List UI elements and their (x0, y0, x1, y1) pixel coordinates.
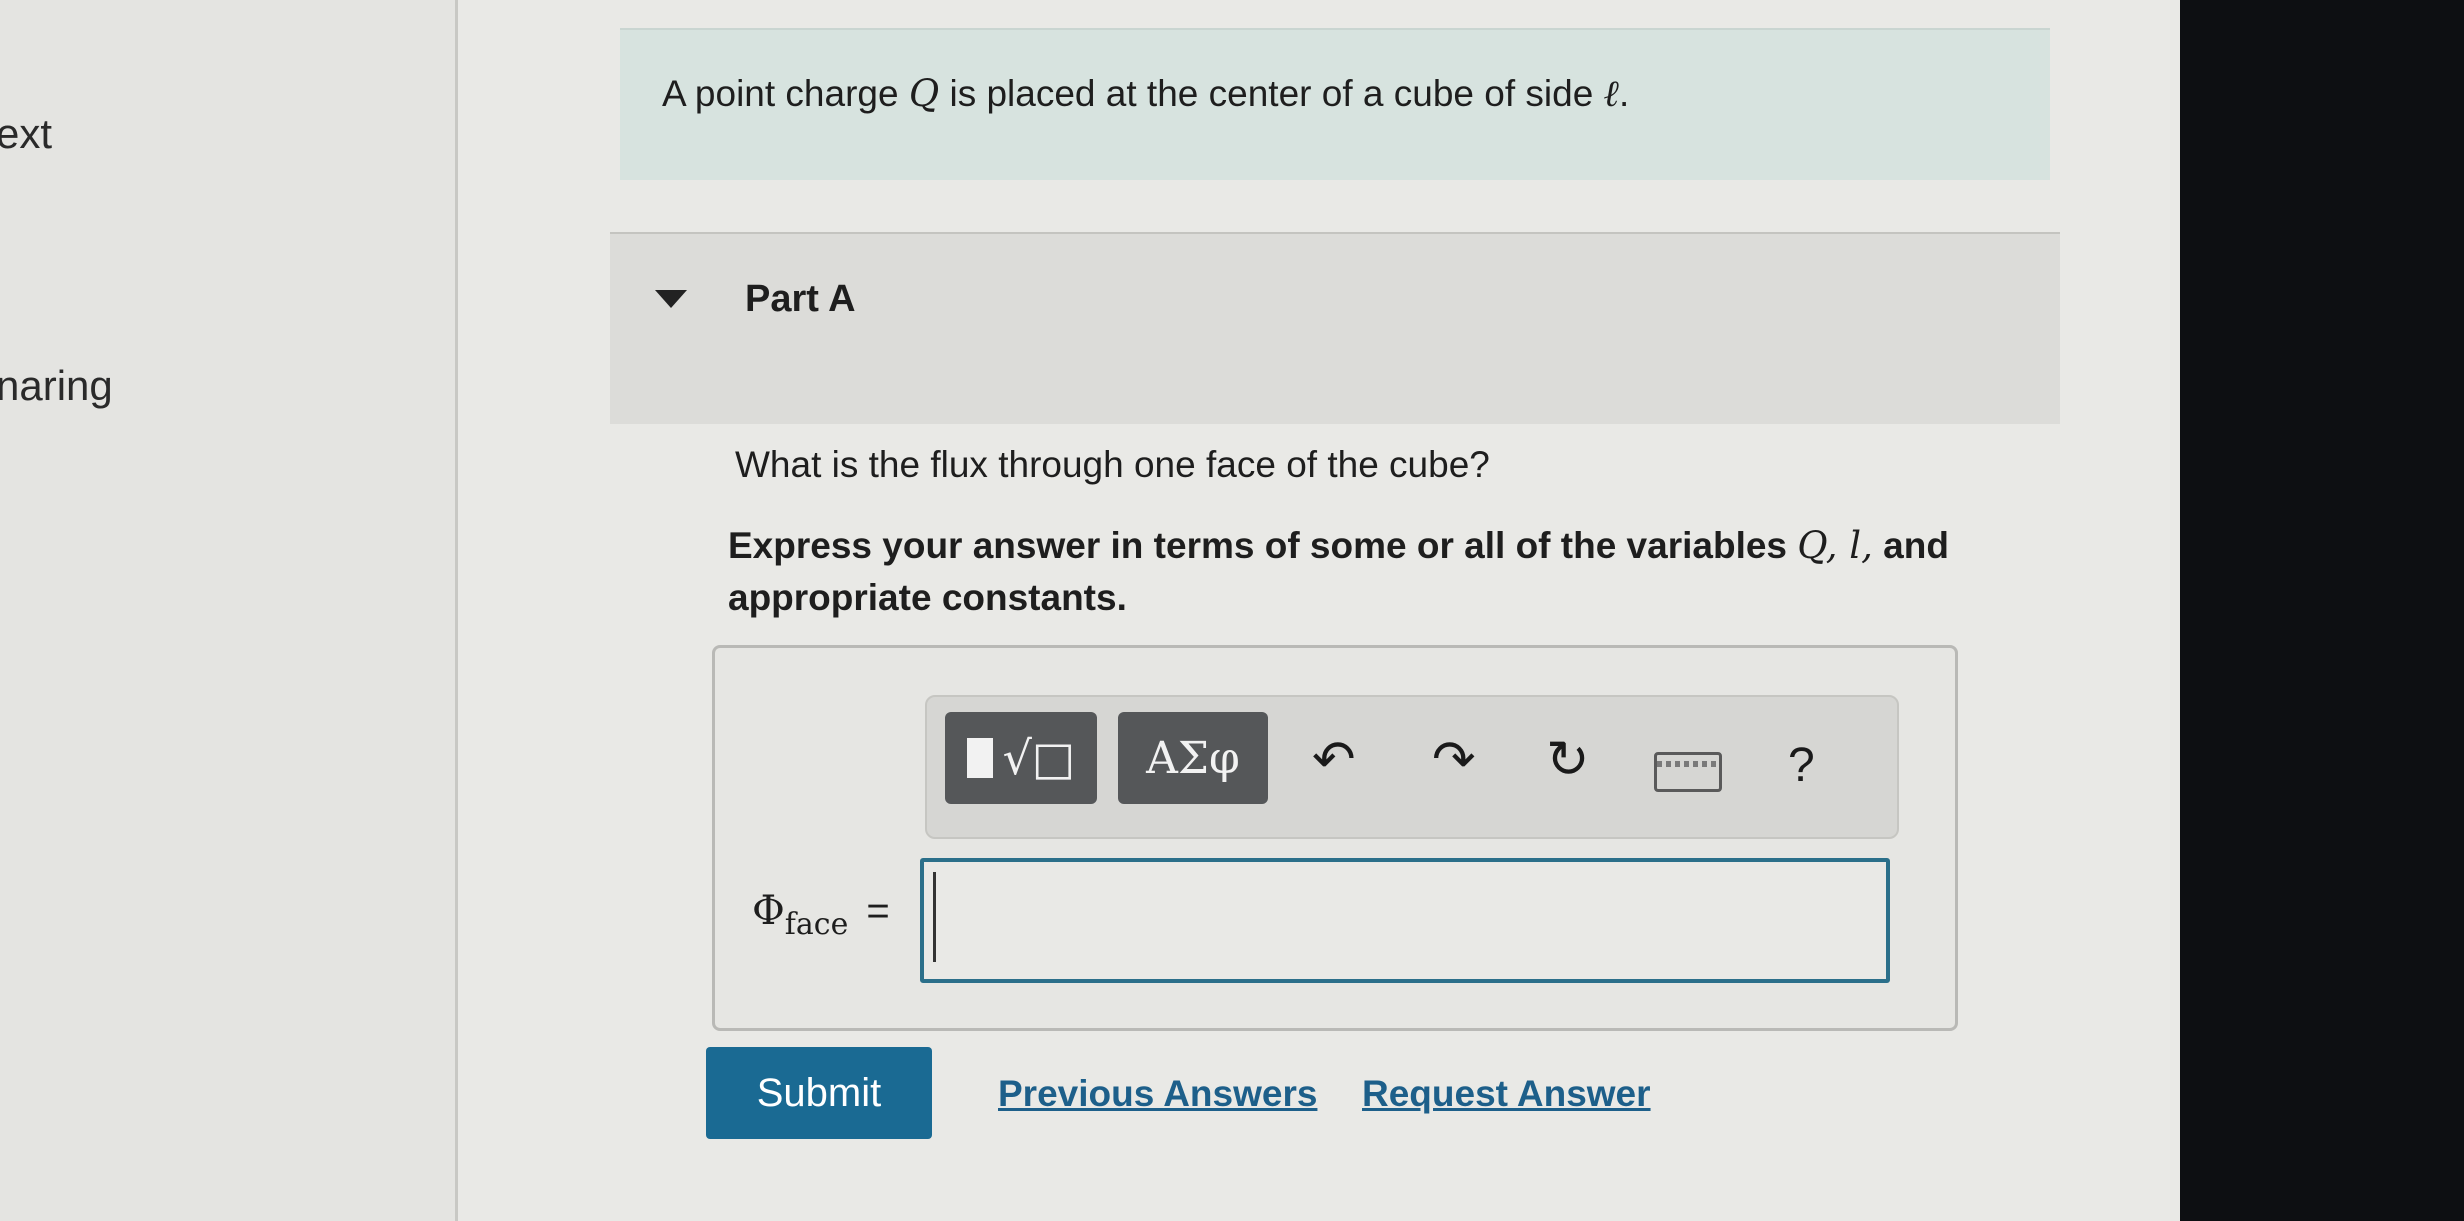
sidebar-item-text[interactable]: ext (0, 110, 52, 158)
redo-icon[interactable]: ↷ (1432, 730, 1476, 790)
equals-sign: = (866, 889, 890, 933)
flux-symbol: Φ (752, 888, 785, 934)
intro-prefix: A point charge (662, 73, 899, 114)
text-caret (933, 872, 936, 962)
undo-icon[interactable]: ↶ (1312, 730, 1356, 790)
instruction-vars: Q, l, (1797, 524, 1873, 567)
answer-input[interactable] (920, 858, 1890, 983)
reset-icon[interactable]: ↻ (1546, 730, 1590, 790)
instruction-prefix: Express your answer in terms of some or … (728, 525, 1787, 566)
sidebar-item-sharing[interactable]: naring (0, 362, 113, 410)
previous-answers-link[interactable]: Previous Answers (998, 1073, 1317, 1115)
keyboard-icon[interactable] (1654, 752, 1722, 792)
question-text: What is the flux through one face of the… (735, 444, 1490, 485)
screen-edge (2180, 0, 2464, 1221)
greek-symbols-button[interactable]: ΑΣφ (1118, 712, 1268, 804)
intro-charge-var: Q (908, 72, 940, 115)
problem-intro: A point charge Q is placed at the center… (662, 72, 1629, 116)
intro-side-var: ℓ (1603, 72, 1619, 115)
instruction-text: Express your answer in terms of some or … (728, 520, 2108, 624)
submit-button[interactable]: Submit (706, 1047, 932, 1139)
intro-suffix: . (1618, 73, 1630, 114)
part-title[interactable]: Part A (745, 278, 856, 321)
request-answer-link[interactable]: Request Answer (1362, 1073, 1651, 1115)
collapse-arrow-icon[interactable] (655, 290, 687, 308)
templates-icon: √□ (1002, 731, 1076, 785)
left-sidebar: ext naring (0, 0, 470, 1221)
flux-label: Φface = (752, 888, 890, 942)
templates-block-icon (966, 738, 993, 778)
help-icon[interactable]: ? (1788, 738, 1815, 793)
intro-mid: is placed at the center of a cube of sid… (949, 73, 1594, 114)
templates-button[interactable]: √□ (945, 712, 1097, 804)
greek-symbols-icon: ΑΣφ (1146, 732, 1240, 784)
part-header[interactable] (610, 232, 2060, 424)
flux-subscript: face (784, 907, 849, 942)
